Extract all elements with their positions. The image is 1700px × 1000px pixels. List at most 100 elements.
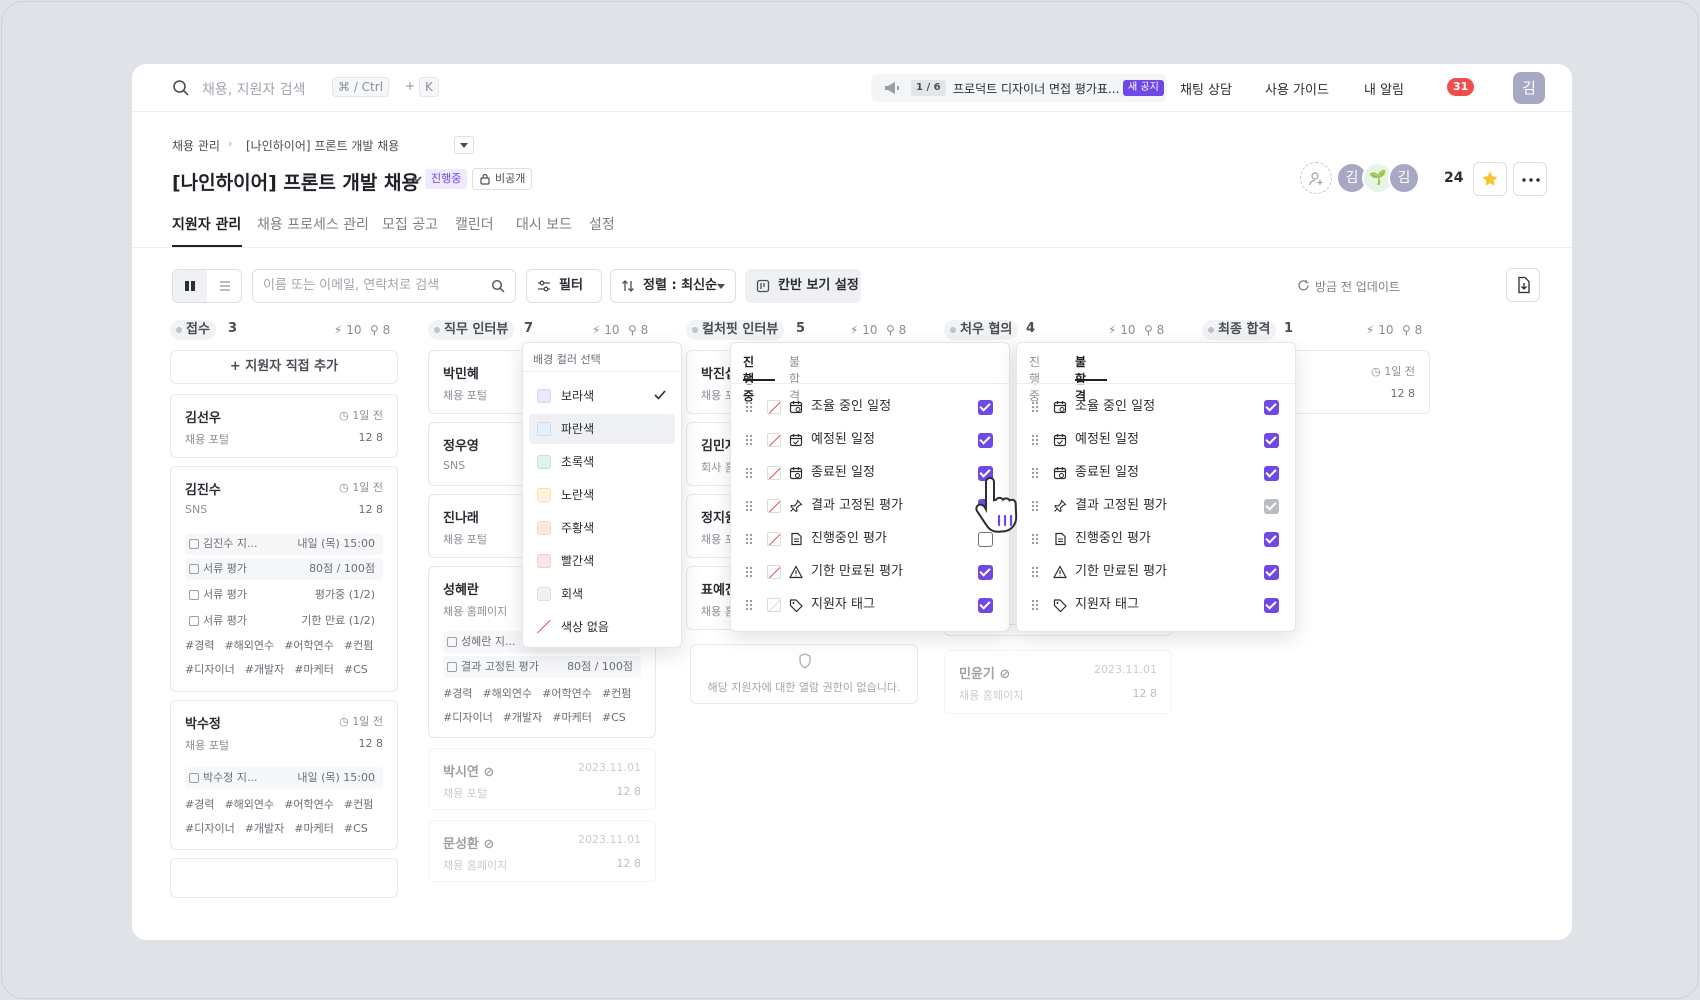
column-header[interactable]: 접수 3 ⚡ 10 ⚲ 8 bbox=[170, 320, 398, 340]
visibility-option[interactable]: 지원자 태그 bbox=[1031, 591, 1279, 619]
applicant-card[interactable]: 민윤기 ⊘ 2023.11.01 채용 홈페이지 12 8 bbox=[944, 650, 1172, 714]
column-header[interactable]: 최종 합격 1 ⚡ 10 ⚲ 8 bbox=[1202, 320, 1430, 340]
visibility-option[interactable]: 조율 중인 일정 bbox=[745, 393, 993, 421]
applicant-card[interactable]: 김선우 ◷ 1일 전 채용 포털 12 8 bbox=[170, 394, 398, 458]
drag-handle-icon[interactable] bbox=[745, 434, 753, 446]
tab-dashboard[interactable]: 대시 보드 bbox=[516, 214, 572, 234]
filter-button[interactable]: 필터 bbox=[526, 269, 602, 303]
column-header[interactable]: 컬처핏 인터뷰 5 ⚡ 10 ⚲ 8 bbox=[686, 320, 914, 340]
tab-calendar[interactable]: 캘린더 bbox=[455, 214, 494, 234]
visibility-checkbox[interactable] bbox=[1264, 499, 1279, 514]
color-swatch-button[interactable] bbox=[767, 433, 781, 447]
color-swatch-button[interactable] bbox=[767, 532, 781, 546]
schedule-row[interactable]: 김진수 지... 내일 (목) 15:00 bbox=[185, 533, 383, 555]
drag-handle-icon[interactable] bbox=[1031, 500, 1039, 512]
list-view-button[interactable] bbox=[208, 270, 241, 302]
user-avatar[interactable]: 김 bbox=[1513, 72, 1545, 104]
color-option-none[interactable]: 색상 없음 bbox=[529, 612, 675, 642]
visibility-option[interactable]: 종료된 일정 bbox=[1031, 459, 1279, 487]
drag-handle-icon[interactable] bbox=[745, 467, 753, 479]
visibility-option[interactable]: 기한 만료된 평가 bbox=[1031, 558, 1279, 586]
drag-handle-icon[interactable] bbox=[1031, 533, 1039, 545]
evaluation-row[interactable]: 서류 평가 80점 / 100점 bbox=[185, 558, 383, 580]
chevron-down-icon[interactable] bbox=[410, 172, 424, 186]
sort-dropdown[interactable]: 정렬 : 최신순 bbox=[610, 269, 736, 303]
refresh-button[interactable]: 방금 전 업데이트 bbox=[1297, 278, 1400, 295]
drag-handle-icon[interactable] bbox=[1031, 599, 1039, 611]
drag-handle-icon[interactable] bbox=[745, 533, 753, 545]
search-icon[interactable] bbox=[172, 79, 190, 97]
applicant-search-input[interactable] bbox=[263, 278, 473, 293]
visibility-option[interactable]: 조율 중인 일정 bbox=[1031, 393, 1279, 421]
color-swatch-button[interactable] bbox=[767, 598, 781, 612]
applicant-card[interactable]: 박수정 ◷ 1일 전 채용 포털 12 8 박수정 지... 내일 (목) 15:… bbox=[170, 700, 398, 850]
visibility-option[interactable]: 지원자 태그 bbox=[745, 591, 993, 619]
visibility-checkbox[interactable] bbox=[978, 400, 993, 415]
visibility-checkbox[interactable] bbox=[978, 598, 993, 613]
color-option-purple[interactable]: 보라색 bbox=[529, 381, 675, 411]
visibility-option[interactable]: 종료된 일정 bbox=[745, 459, 993, 487]
evaluation-row[interactable]: 서류 평가 평가중 (1/2) bbox=[185, 584, 383, 606]
color-swatch-button[interactable] bbox=[767, 565, 781, 579]
visibility-checkbox[interactable] bbox=[1264, 565, 1279, 580]
global-search-input[interactable]: 채용, 지원자 검색 bbox=[202, 79, 306, 99]
kanban-view-settings-button[interactable]: 칸반 보기 설정 bbox=[745, 269, 861, 303]
color-option-green[interactable]: 초록색 bbox=[529, 447, 675, 477]
visibility-checkbox[interactable] bbox=[978, 433, 993, 448]
applicant-card[interactable]: 문성환 ⊘ 2023.11.01 채용 홈페이지 12 8 bbox=[428, 820, 656, 882]
chat-support-link[interactable]: 채팅 상담 bbox=[1180, 79, 1232, 98]
column-header[interactable]: 직무 인터뷰 7 ⚡ 10 ⚲ 8 bbox=[428, 320, 656, 340]
visibility-checkbox[interactable] bbox=[1264, 466, 1279, 481]
evaluation-row[interactable]: 서류 평가 기한 만료 (1/2) bbox=[185, 610, 383, 632]
visibility-checkbox[interactable] bbox=[978, 565, 993, 580]
visibility-checkbox[interactable] bbox=[1264, 532, 1279, 547]
color-option-orange[interactable]: 주황색 bbox=[529, 513, 675, 543]
add-applicant-button[interactable]: + 지원자 직접 추가 bbox=[170, 350, 398, 384]
my-alerts-link[interactable]: 내 알림 bbox=[1364, 79, 1404, 98]
visibility-option[interactable]: 예정된 일정 bbox=[745, 426, 993, 454]
drag-handle-icon[interactable] bbox=[1031, 566, 1039, 578]
drag-handle-icon[interactable] bbox=[745, 566, 753, 578]
color-swatch-button[interactable] bbox=[767, 499, 781, 513]
breadcrumb-root[interactable]: 채용 관리 bbox=[172, 137, 220, 154]
favorite-button[interactable] bbox=[1473, 162, 1507, 196]
applicant-card[interactable]: 박시연 ⊘ 2023.11.01 채용 포털 12 8 bbox=[428, 748, 656, 810]
visibility-checkbox[interactable] bbox=[1264, 433, 1279, 448]
invite-member-button[interactable] bbox=[1300, 162, 1332, 194]
visibility-option[interactable]: 예정된 일정 bbox=[1031, 426, 1279, 454]
color-option-blue[interactable]: 파란색 bbox=[529, 414, 675, 444]
drag-handle-icon[interactable] bbox=[1031, 467, 1039, 479]
tab-settings[interactable]: 설정 bbox=[589, 214, 615, 234]
visibility-option[interactable]: 결과 고정된 평가 bbox=[1031, 492, 1279, 520]
visibility-option[interactable]: 진행중인 평가 bbox=[745, 525, 993, 553]
visibility-option[interactable]: 진행중인 평가 bbox=[1031, 525, 1279, 553]
drag-handle-icon[interactable] bbox=[745, 599, 753, 611]
applicant-card[interactable] bbox=[170, 858, 398, 898]
tab-applicants[interactable]: 지원자 관리 bbox=[172, 214, 241, 234]
evaluation-row[interactable]: 결과 고정된 평가 80점 / 100점 bbox=[443, 656, 641, 678]
notice-banner[interactable]: 1 / 6 프로덕트 디자이너 면접 평가표... 새 공지 bbox=[871, 74, 1167, 102]
schedule-row[interactable]: 박수정 지... 내일 (목) 15:00 bbox=[185, 767, 383, 789]
user-guide-link[interactable]: 사용 가이드 bbox=[1265, 79, 1329, 98]
search-icon[interactable] bbox=[491, 279, 505, 293]
visibility-checkbox[interactable] bbox=[1264, 400, 1279, 415]
visibility-option[interactable]: 결과 고정된 평가 bbox=[745, 492, 993, 520]
color-option-red[interactable]: 빨간색 bbox=[529, 546, 675, 576]
color-swatch-button[interactable] bbox=[767, 400, 781, 414]
breadcrumb-dropdown-button[interactable] bbox=[454, 136, 474, 154]
tab-process[interactable]: 채용 프로세스 관리 bbox=[257, 214, 369, 234]
column-header[interactable]: 처우 협의 4 ⚡ 10 ⚲ 8 bbox=[944, 320, 1172, 340]
color-option-yellow[interactable]: 노란색 bbox=[529, 480, 675, 510]
export-button[interactable] bbox=[1506, 268, 1540, 302]
more-options-button[interactable] bbox=[1513, 162, 1547, 196]
drag-handle-icon[interactable] bbox=[745, 401, 753, 413]
drag-handle-icon[interactable] bbox=[1031, 434, 1039, 446]
member-avatar[interactable]: 김 bbox=[1388, 162, 1420, 194]
color-swatch-button[interactable] bbox=[767, 466, 781, 480]
tab-job-posting[interactable]: 모집 공고 bbox=[382, 214, 438, 234]
visibility-badge[interactable]: 비공개 bbox=[472, 168, 533, 190]
visibility-option[interactable]: 기한 만료된 평가 bbox=[745, 558, 993, 586]
board-view-button[interactable] bbox=[173, 270, 207, 302]
visibility-checkbox[interactable] bbox=[1264, 598, 1279, 613]
drag-handle-icon[interactable] bbox=[745, 500, 753, 512]
